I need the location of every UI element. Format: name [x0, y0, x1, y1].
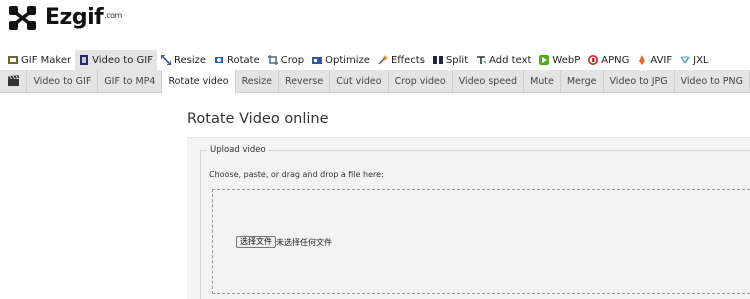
main-nav-item-video-to-gif[interactable]: Video to GIF [75, 50, 157, 70]
apng-icon [588, 55, 599, 65]
main-nav-label: Optimize [325, 54, 370, 66]
main-nav-item-split[interactable]: Split [429, 50, 472, 70]
main-nav-label: JXL [693, 54, 709, 66]
main-nav-label: Add text [489, 54, 532, 66]
sub-nav-item-video-to-gif[interactable]: Video to GIF [27, 70, 99, 92]
main-nav-label: Resize [173, 54, 207, 66]
logo-wordmark: Ezgif.com [45, 5, 122, 30]
video-icon [79, 55, 89, 65]
main-nav-item-jxl[interactable]: JXL [676, 50, 712, 70]
sub-nav-item-merge[interactable]: Merge [561, 70, 604, 92]
avif-icon [637, 55, 647, 65]
ezgif-logo[interactable]: Ezgif.com [6, 3, 122, 33]
sub-nav-item-gif-to-mp4[interactable]: GIF to MP4 [98, 70, 163, 92]
main-nav-label: Split [445, 54, 469, 66]
sub-nav-item-video-to-png[interactable]: Video to PNG [675, 70, 750, 92]
sub-nav-item-resize[interactable]: Resize [236, 70, 280, 92]
main-nav-item-webp[interactable]: WebP [535, 50, 584, 70]
sub-nav-item-rotate-video[interactable]: Rotate video [162, 70, 236, 94]
video-tools-home[interactable] [0, 70, 28, 92]
rotate-icon [214, 55, 224, 65]
main-nav-item-optimize[interactable]: Optimize [308, 50, 374, 70]
upload-legend: Upload video [207, 145, 269, 155]
main-nav-item-avif[interactable]: AVIF [633, 50, 676, 70]
sub-nav-item-mute[interactable]: Mute [524, 70, 561, 92]
main-nav-item-effects[interactable]: Effects [374, 50, 429, 70]
main-nav-label: GIF Maker [21, 54, 72, 66]
crop-icon [267, 55, 278, 65]
sub-nav-item-video-to-jpg[interactable]: Video to JPG [604, 70, 675, 92]
main-nav-label: Video to GIF [92, 54, 153, 66]
sub-nav-item-crop-video[interactable]: Crop video [389, 70, 453, 92]
gif-maker-icon [8, 55, 18, 65]
sub-nav-item-reverse[interactable]: Reverse [279, 70, 331, 92]
main-nav-label: WebP [552, 54, 581, 66]
main-nav-item-gif-maker[interactable]: GIF Maker [4, 50, 75, 70]
main-nav-item-crop[interactable]: Crop [264, 50, 308, 70]
effects-icon [378, 55, 388, 65]
main-nav-item-apng[interactable]: APNG [584, 50, 633, 70]
upload-instructions: Choose, paste, or drag and drop a file h… [209, 170, 384, 179]
sub-nav: Video to GIF GIF to MP4 Rotate video Resize… [0, 70, 750, 94]
main-nav-label: Effects [390, 54, 425, 66]
main-nav-label: APNG [601, 54, 630, 66]
webp-icon [539, 55, 550, 65]
ezgif-logo-icon [9, 6, 36, 30]
main-nav-label: AVIF [650, 54, 673, 66]
main-nav-label: Rotate [227, 54, 260, 66]
file-status-text: 未选择任何文件 [276, 238, 332, 247]
clapperboard-icon [7, 75, 19, 86]
main-nav-item-rotate[interactable]: Rotate [210, 50, 264, 70]
sub-nav-item-cut-video[interactable]: Cut video [330, 70, 389, 92]
main-nav-item-resize[interactable]: Resize [157, 50, 210, 70]
page-title: Rotate Video online [187, 111, 329, 127]
split-icon [432, 55, 443, 65]
optimize-icon [312, 55, 323, 65]
resize-icon [160, 54, 172, 66]
sub-nav-item-video-speed[interactable]: Video speed [453, 70, 525, 92]
add-text-icon [476, 55, 487, 65]
main-nav-label: Crop [280, 54, 305, 66]
main-nav: GIF Maker Video to GIF Resize Rotate Crop Opt… [0, 50, 713, 70]
main-nav-item-add-text[interactable]: Add text [472, 50, 535, 70]
choose-file-button[interactable]: 选择文件 [236, 236, 276, 248]
jxl-icon [680, 55, 690, 65]
